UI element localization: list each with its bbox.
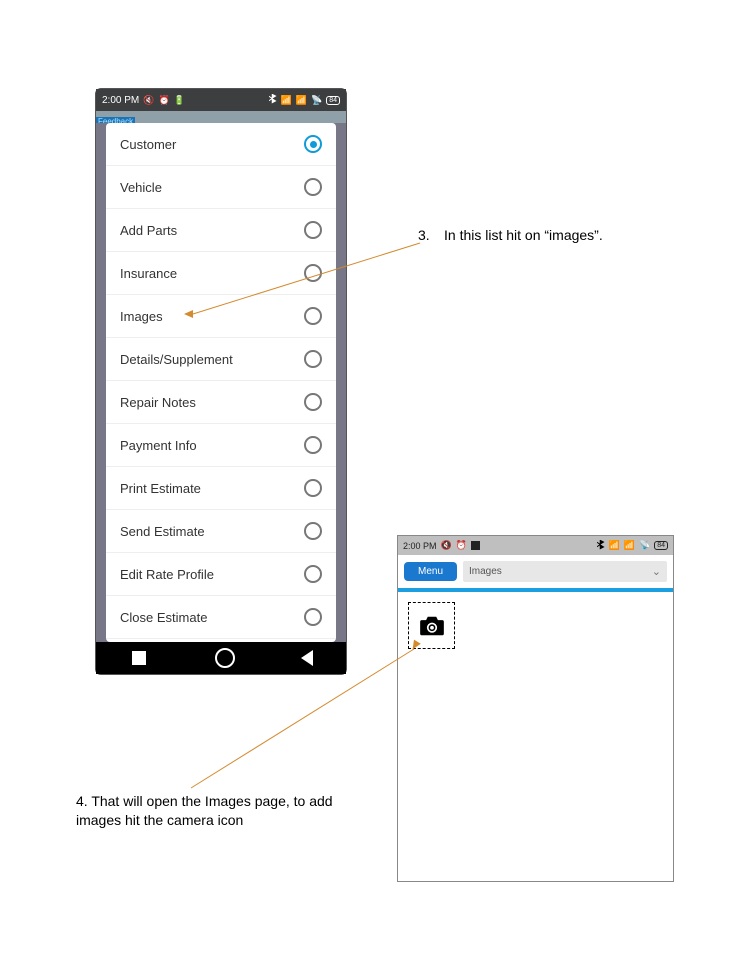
arrow-line-2 — [0, 0, 754, 977]
